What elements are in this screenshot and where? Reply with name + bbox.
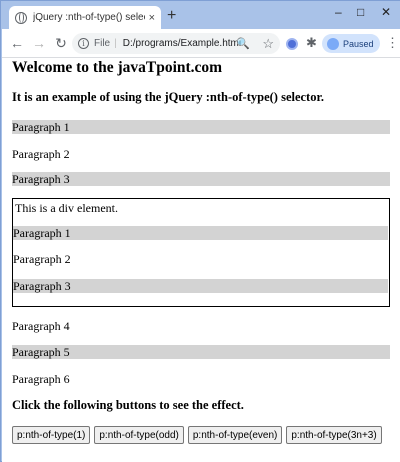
div-paragraph-3: Paragraph 3 bbox=[13, 279, 388, 293]
menu-icon[interactable]: ⋮ bbox=[386, 35, 399, 51]
profile-button[interactable]: Paused bbox=[322, 34, 380, 53]
tab-strip: jQuery :nth-of-type() selector × + – □ ✕ bbox=[2, 1, 400, 29]
puzzle-extensions-icon[interactable]: ✱ bbox=[306, 35, 317, 51]
paragraph-1: Paragraph 1 bbox=[12, 120, 390, 134]
div-container: This is a div element. Paragraph 1 Parag… bbox=[12, 198, 390, 307]
globe-icon bbox=[15, 11, 27, 24]
div-paragraph-1: Paragraph 1 bbox=[13, 226, 388, 240]
zoom-icon[interactable]: 🔍 bbox=[236, 37, 250, 50]
paragraph-4: Paragraph 4 bbox=[12, 319, 70, 333]
browser-toolbar: ← → ↻ i File | D:/programs/Example.html … bbox=[2, 29, 400, 58]
address-scheme: File bbox=[94, 38, 111, 49]
nth-of-type-1-button[interactable]: p:nth-of-type(1) bbox=[12, 426, 91, 444]
button-row: p:nth-of-type(1) p:nth-of-type(odd) p:nt… bbox=[12, 426, 382, 444]
back-icon[interactable]: ← bbox=[6, 35, 28, 51]
minimize-icon[interactable]: – bbox=[335, 5, 342, 19]
page-content: Welcome to the javaTpoint.com It is an e… bbox=[2, 58, 400, 462]
instruction-heading: Click the following buttons to see the e… bbox=[12, 398, 244, 412]
bookmark-star-icon[interactable]: ☆ bbox=[262, 36, 274, 52]
address-url: D:/programs/Example.html bbox=[122, 38, 242, 49]
browser-tab[interactable]: jQuery :nth-of-type() selector × bbox=[9, 6, 161, 29]
paragraph-3: Paragraph 3 bbox=[12, 172, 390, 186]
avatar bbox=[327, 37, 339, 50]
paragraph-6: Paragraph 6 bbox=[12, 372, 70, 386]
paragraph-5: Paragraph 5 bbox=[12, 345, 390, 359]
tab-title: jQuery :nth-of-type() selector bbox=[33, 12, 145, 23]
close-window-icon[interactable]: ✕ bbox=[381, 5, 391, 19]
nth-of-type-even-button[interactable]: p:nth-of-type(even) bbox=[187, 426, 283, 444]
nth-of-type-3n3-button[interactable]: p:nth-of-type(3n+3) bbox=[286, 426, 382, 444]
info-icon[interactable]: i bbox=[78, 38, 89, 49]
address-separator: | bbox=[114, 38, 117, 49]
nth-of-type-odd-button[interactable]: p:nth-of-type(odd) bbox=[94, 426, 184, 444]
extension-icon[interactable] bbox=[286, 38, 298, 50]
close-tab-icon[interactable]: × bbox=[149, 12, 155, 24]
div-text: This is a div element. bbox=[15, 201, 118, 215]
div-paragraph-2: Paragraph 2 bbox=[13, 252, 71, 266]
profile-status: Paused bbox=[343, 38, 374, 49]
browser-window: jQuery :nth-of-type() selector × + – □ ✕… bbox=[0, 0, 400, 462]
maximize-icon[interactable]: □ bbox=[357, 5, 364, 19]
paragraph-2: Paragraph 2 bbox=[12, 147, 70, 161]
forward-icon[interactable]: → bbox=[28, 35, 50, 51]
address-bar[interactable]: i File | D:/programs/Example.html 🔍 ☆ bbox=[72, 33, 280, 54]
page-title: Welcome to the javaTpoint.com bbox=[12, 59, 223, 76]
page-subtitle: It is an example of using the jQuery :nt… bbox=[12, 90, 324, 104]
reload-icon[interactable]: ↻ bbox=[50, 35, 72, 52]
new-tab-button[interactable]: + bbox=[167, 7, 176, 25]
